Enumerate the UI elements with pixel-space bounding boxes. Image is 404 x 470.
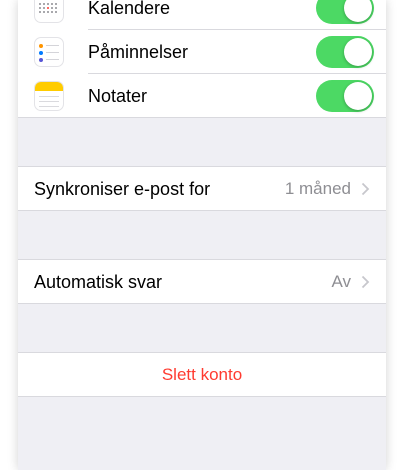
auto-reply-group: Automatisk svar Av — [18, 259, 386, 304]
chevron-right-icon — [361, 182, 370, 196]
notes-toggle[interactable] — [316, 80, 374, 112]
row-separator — [18, 210, 386, 211]
list-item-reminders[interactable]: Påminnelser — [18, 30, 386, 74]
settings-screen: Kalendere Påminnelser Notater Synkronise… — [18, 0, 386, 470]
calendars-toggle[interactable] — [316, 0, 374, 24]
delete-account-button[interactable]: Slett konto — [18, 353, 386, 397]
toggle-knob — [344, 38, 372, 66]
row-separator — [18, 396, 386, 397]
sync-mail-value: 1 måned — [284, 179, 351, 198]
chevron-right-icon — [361, 275, 370, 289]
notes-icon — [34, 81, 64, 111]
calendar-icon — [34, 0, 64, 23]
reminders-icon — [34, 37, 64, 67]
row-separator — [18, 303, 386, 304]
sync-mail-label: Synkroniser e-post for — [34, 178, 211, 199]
reminders-toggle[interactable] — [316, 36, 374, 68]
auto-reply-row[interactable]: Automatisk svar Av — [18, 260, 386, 304]
auto-reply-label: Automatisk svar — [34, 271, 163, 292]
apps-group: Kalendere Påminnelser Notater — [18, 0, 386, 118]
sync-mail-row[interactable]: Synkroniser e-post for 1 måned — [18, 167, 386, 211]
auto-reply-value: Av — [331, 272, 351, 291]
section-gap — [18, 118, 386, 166]
reminders-label: Påminnelser — [88, 41, 189, 62]
section-gap — [18, 211, 386, 259]
list-item-calendars[interactable]: Kalendere — [18, 0, 386, 30]
toggle-knob — [344, 0, 372, 22]
mail-sync-group: Synkroniser e-post for 1 måned — [18, 166, 386, 211]
section-gap — [18, 304, 386, 352]
notes-label: Notater — [88, 85, 148, 106]
delete-group: Slett konto — [18, 352, 386, 397]
calendars-label: Kalendere — [88, 0, 171, 18]
list-item-notes[interactable]: Notater — [18, 74, 386, 118]
row-separator — [18, 117, 386, 118]
delete-account-label: Slett konto — [161, 365, 243, 384]
toggle-knob — [344, 82, 372, 110]
